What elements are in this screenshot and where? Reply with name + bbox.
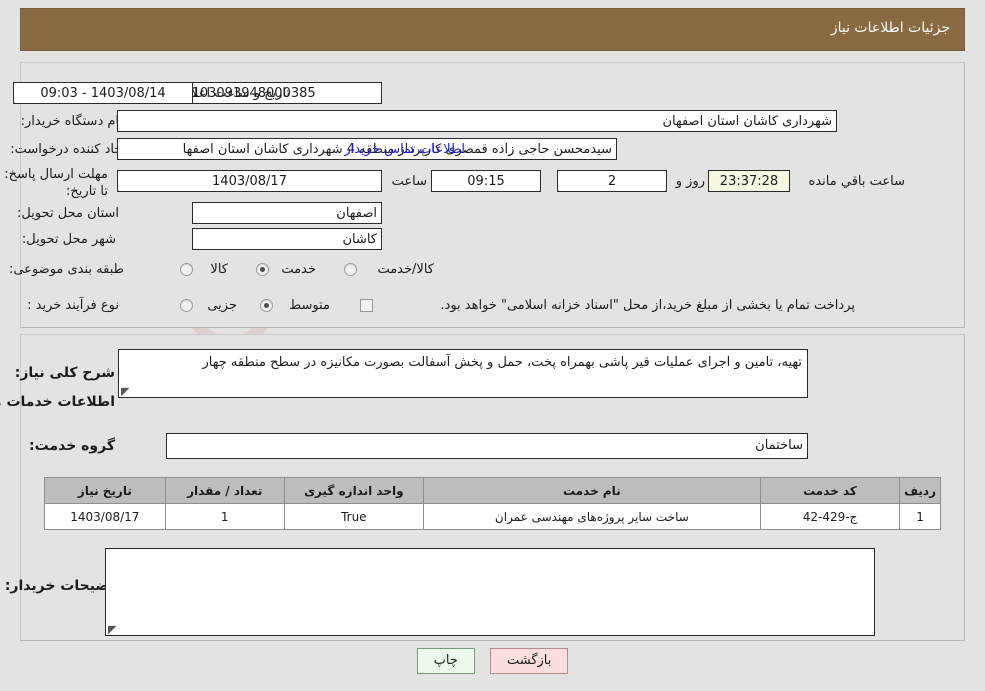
day-and-label: روز و (675, 174, 705, 189)
buyer-contact-link[interactable]: اطلاعات تماس خریدار (345, 142, 465, 157)
days-remaining-field[interactable]: 2 (557, 170, 667, 192)
treasury-bond-checkbox[interactable] (360, 299, 373, 312)
resize-grip-icon[interactable]: ◥ (121, 385, 129, 397)
treasury-bond-label: پرداخت تمام یا بخشی از مبلغ خرید،از محل … (440, 298, 855, 313)
radio-medium-purchase-label: متوسط (289, 298, 330, 313)
col-need-date: تاریخ نیاز (44, 477, 166, 504)
print-button[interactable]: چاپ (416, 648, 475, 674)
need-description-label: شرح کلی نیاز: (14, 365, 115, 381)
cell-row: 1 (899, 503, 941, 530)
radio-minor-purchase-label: جزیی (207, 298, 237, 313)
radio-medium-purchase[interactable] (260, 299, 273, 312)
cell-quantity: 1 (164, 503, 285, 530)
countdown-field: 23:37:28 (708, 170, 790, 192)
need-description-text: تهیه، تامین و اجرای عملیات قیر پاشی بهمر… (202, 355, 803, 370)
service-group-label: گروه خدمت: (29, 438, 115, 454)
public-announce-field[interactable]: 1403/08/14 - 09:03 (13, 82, 193, 104)
radio-goods[interactable] (180, 263, 193, 276)
request-creator-label: ایجاد کننده درخواست: (10, 142, 130, 157)
col-name: نام خدمت (422, 477, 761, 504)
need-description-textarea[interactable]: تهیه، تامین و اجرای عملیات قیر پاشی بهمر… (118, 349, 808, 398)
radio-minor-purchase[interactable] (180, 299, 193, 312)
resize-grip-icon[interactable]: ◥ (108, 623, 116, 635)
service-group-field[interactable]: ساختمان (166, 433, 808, 459)
table-row: 1 ج-429-42 ساخت سایر پروژه‌های مهندسی عم… (44, 503, 941, 530)
cell-unit: True (283, 503, 424, 530)
radio-service-label: خدمت (281, 262, 316, 277)
col-quantity: تعداد / مقدار (164, 477, 285, 504)
radio-goods-service-label: کالا/خدمت (377, 262, 434, 277)
deadline-date-field[interactable]: 1403/08/17 (117, 170, 382, 192)
cell-need-date: 1403/08/17 (44, 503, 166, 530)
page-title: جزئیات اطلاعات نیاز (830, 20, 950, 36)
services-heading: اطلاعات خدمات مورد نیاز (0, 394, 115, 410)
services-table: ردیف کد خدمت نام خدمت واحد اندازه گیری ت… (44, 477, 941, 530)
delivery-city-label: شهر محل تحویل: (21, 232, 116, 247)
col-row: ردیف (899, 477, 941, 504)
buyer-org-label: نام دستگاه خریدار: (20, 114, 123, 129)
hours-remaining-label: ساعت باقي مانده (808, 174, 905, 189)
deadline-time-field[interactable]: 09:15 (431, 170, 541, 192)
col-unit: واحد اندازه گیری (283, 477, 424, 504)
radio-goods-service[interactable] (344, 263, 357, 276)
cell-code: ج-429-42 (759, 503, 901, 530)
footer-button-bar: بازگشت چاپ (0, 648, 985, 674)
radio-service[interactable] (256, 263, 269, 276)
delivery-province-field[interactable]: اصفهان (192, 202, 382, 224)
buyer-org-field[interactable]: شهرداری کاشان استان اصفهان (117, 110, 837, 132)
delivery-city-field[interactable]: کاشان (192, 228, 382, 250)
back-button[interactable]: بازگشت (489, 648, 569, 674)
col-code: کد خدمت (759, 477, 901, 504)
cell-name: ساخت سایر پروژه‌های مهندسی عمران (422, 503, 761, 530)
delivery-province-label: استان محل تحویل: (17, 206, 119, 221)
radio-goods-label: کالا (210, 262, 228, 277)
subject-category-label: طبقه بندی موضوعی: (8, 262, 124, 277)
purchase-process-label: نوع فرآیند خرید : (27, 298, 119, 313)
page-header: جزئیات اطلاعات نیاز (20, 8, 965, 51)
table-header-row: ردیف کد خدمت نام خدمت واحد اندازه گیری ت… (44, 477, 941, 504)
hour-label: ساعت (391, 174, 427, 189)
buyer-notes-textarea[interactable]: ◥ (105, 548, 875, 636)
response-deadline-label: مهلت ارسال پاسخ: تا تاریخ: (4, 167, 108, 199)
